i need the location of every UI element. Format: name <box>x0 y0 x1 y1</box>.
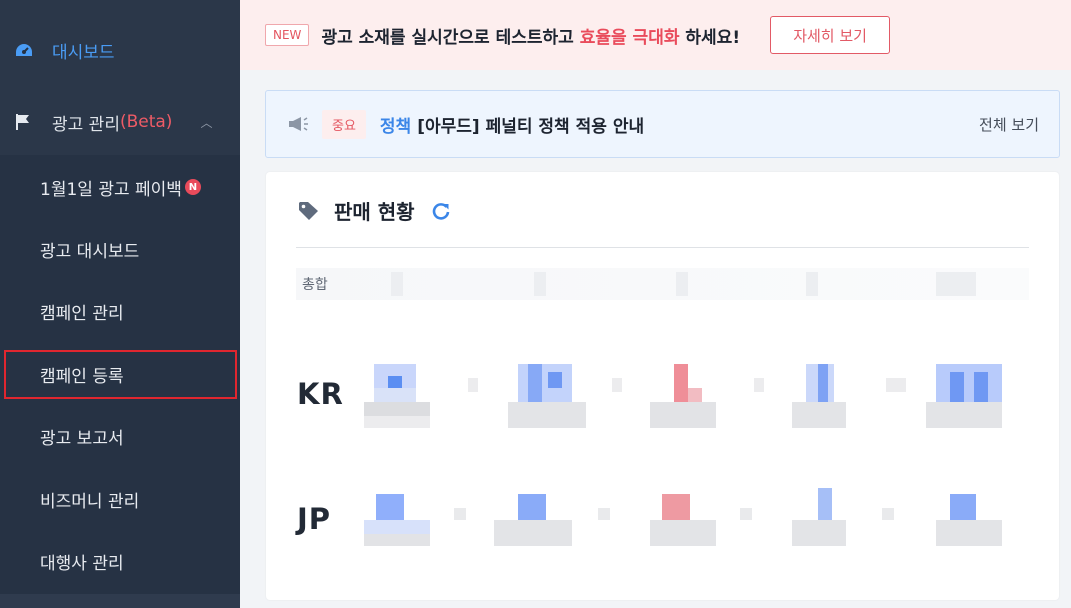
total-row: 총합 <box>296 268 1029 300</box>
sidebar-item-dashboard[interactable]: 대시보드 <box>0 28 240 72</box>
blurred-value <box>936 272 976 296</box>
notice-bar[interactable]: 중요 정책 [아무드] 페널티 정책 적용 안내 전체 보기 <box>265 90 1060 158</box>
card-header: 판매 현황 <box>298 196 451 225</box>
beta-label: (Beta) <box>119 112 173 132</box>
new-tag: NEW <box>265 24 310 46</box>
sidebar-sub-bizmoney[interactable]: 비즈머니 관리 <box>0 477 240 521</box>
sidebar-sub-label: 광고 대시보드 <box>40 241 140 262</box>
promo-text-before: 광고 소재를 실시간으로 테스트하고 <box>321 27 580 48</box>
sidebar-sub-ad-dashboard[interactable]: 광고 대시보드 <box>0 227 240 271</box>
sidebar-sub-label: 캠페인 관리 <box>40 303 124 324</box>
sidebar-sub-label: 비즈머니 관리 <box>40 491 140 512</box>
flag-icon <box>16 114 29 130</box>
promo-highlight: 효율을 극대화 <box>579 27 680 48</box>
blurred-value <box>534 272 546 296</box>
tag-icon <box>299 201 318 220</box>
promo-banner: NEW 광고 소재를 실시간으로 테스트하고 효율을 극대화 하세요! 자세히 … <box>240 0 1071 70</box>
promo-text: 광고 소재를 실시간으로 테스트하고 효율을 극대화 하세요! <box>321 23 740 48</box>
blurred-value <box>676 272 688 296</box>
sidebar-sub-agency[interactable]: 대행사 관리 <box>0 539 240 583</box>
divider <box>296 247 1029 248</box>
sidebar-sub-payback[interactable]: 1월1일 광고 페이백 N <box>0 165 240 209</box>
sidebar-sub-campaign-manage[interactable]: 캠페인 관리 <box>0 289 240 333</box>
sales-status-card: 판매 현황 총합 KR JP <box>266 172 1059 600</box>
sidebar-item-label: 대시보드 <box>52 42 115 63</box>
sidebar-sub-label: 1월1일 광고 페이백 <box>40 179 182 200</box>
total-label: 총합 <box>302 277 328 293</box>
notice-title[interactable]: [아무드] 페널티 정책 적용 안내 <box>417 112 644 137</box>
region-label-kr: KR <box>297 377 344 411</box>
notice-category: 정책 <box>379 116 412 137</box>
speedometer-icon <box>16 44 32 56</box>
chevron-up-icon[interactable]: ︿ <box>200 114 212 131</box>
sidebar-sub-ad-report[interactable]: 광고 보고서 <box>0 414 240 458</box>
importance-tag: 중요 <box>322 109 366 139</box>
region-label-jp: JP <box>297 502 332 536</box>
details-button[interactable]: 자세히 보기 <box>770 16 891 54</box>
card-title: 판매 현황 <box>334 200 415 224</box>
sidebar: 대시보드 광고 관리 (Beta) ︿ 1월1일 광고 페이백 N 광고 대시보… <box>0 0 240 608</box>
selection-highlight <box>4 350 237 399</box>
refresh-icon[interactable] <box>431 201 451 221</box>
sidebar-sub-label: 대행사 관리 <box>40 553 124 574</box>
sidebar-item-ad-manage[interactable]: 광고 관리 (Beta) ︿ <box>0 100 240 144</box>
new-badge: N <box>184 179 201 195</box>
sidebar-item-label: 광고 관리 <box>52 114 120 135</box>
blurred-value <box>806 272 818 296</box>
view-all-link[interactable]: 전체 보기 <box>979 114 1039 135</box>
blurred-value <box>391 272 403 296</box>
promo-text-after: 하세요! <box>679 27 741 48</box>
sidebar-next-section <box>0 594 240 608</box>
sidebar-sub-label: 광고 보고서 <box>40 428 124 449</box>
megaphone-icon <box>289 117 308 131</box>
